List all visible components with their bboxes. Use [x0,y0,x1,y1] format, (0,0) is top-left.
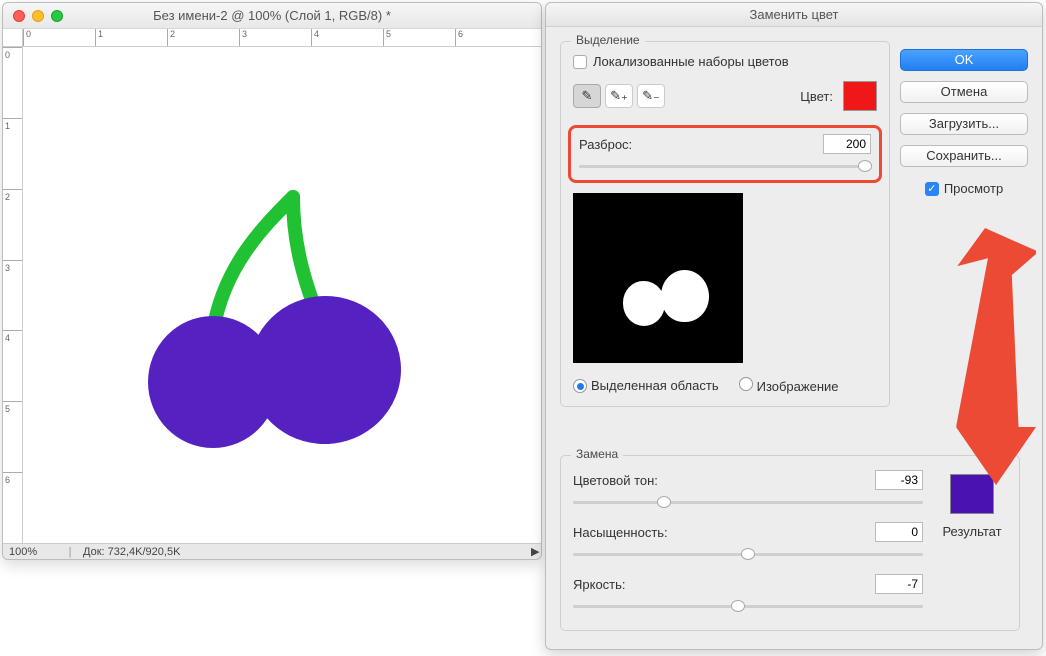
document-titlebar[interactable]: Без имени-2 @ 100% (Слой 1, RGB/8) * [3,3,541,29]
cherry-illustration [143,187,443,487]
ruler-tick: 5 [383,29,455,46]
zoom-readout[interactable]: 100% [3,546,63,558]
fuzziness-slider-thumb[interactable] [858,160,872,172]
ruler-tick: 5 [3,401,22,472]
status-arrow-icon[interactable]: ▶ [531,545,541,558]
ruler-tick: 1 [3,118,22,189]
ruler-tick: 6 [455,29,527,46]
save-button[interactable]: Сохранить... [900,145,1028,167]
load-button[interactable]: Загрузить... [900,113,1028,135]
selection-group-label: Выделение [571,33,645,47]
ok-button[interactable]: OK [900,49,1028,71]
hue-slider-thumb[interactable] [657,496,671,508]
ruler-tick: 3 [3,260,22,331]
result-color-label: Результат [937,524,1007,539]
preview-checkbox[interactable]: ✓ [925,182,939,196]
eyedropper-plus-icon: ✎₊ [610,88,628,104]
fuzziness-area-highlight: Разброс: [568,125,882,183]
selection-blob [623,281,665,326]
view-selection-radio[interactable] [573,379,587,393]
document-title: Без имени-2 @ 100% (Слой 1, RGB/8) * [3,8,541,23]
replacement-group-label: Замена [571,447,623,461]
view-selection-radio-row[interactable]: Выделенная область [573,378,719,394]
status-separator: | [63,546,77,558]
lightness-slider-thumb[interactable] [731,600,745,612]
replace-color-dialog: Заменить цвет OK Отмена Загрузить... Сох… [545,2,1043,650]
ruler-tick: 2 [3,189,22,260]
localized-clusters-label: Локализованные наборы цветов [593,54,789,69]
ruler-origin[interactable] [3,29,23,47]
saturation-input[interactable] [875,522,923,542]
eyedropper-subtract-button[interactable]: ✎₋ [637,84,665,108]
lightness-label: Яркость: [573,577,875,592]
docsize-readout[interactable]: Док: 732,4K/920,5K [77,546,531,558]
lightness-slider[interactable] [573,598,923,614]
eyedropper-icon: ✎ [582,88,593,104]
dialog-title: Заменить цвет [546,3,1042,27]
ruler-vertical[interactable]: 0 1 2 3 4 5 6 [3,47,23,543]
view-image-radio-label: Изображение [757,379,839,394]
view-image-radio-row[interactable]: Изображение [739,377,839,394]
preview-checkbox-label: Просмотр [944,181,1003,196]
ruler-tick: 0 [23,29,95,46]
fuzziness-input[interactable] [823,134,871,154]
dialog-button-column: OK Отмена Загрузить... Сохранить... ✓ Пр… [900,49,1028,196]
sampled-color-swatch[interactable] [843,81,877,111]
selection-blob [661,270,709,322]
saturation-slider-thumb[interactable] [741,548,755,560]
lightness-input[interactable] [875,574,923,594]
fuzziness-label: Разброс: [579,137,823,152]
annotation-arrow-icon [896,227,1036,487]
ruler-tick: 3 [239,29,311,46]
ruler-tick: 6 [3,472,22,543]
ruler-tick: 0 [3,47,22,118]
hue-label: Цветовой тон: [573,473,875,488]
eyedropper-button[interactable]: ✎ [573,84,601,108]
ruler-tick: 4 [3,330,22,401]
ruler-tick: 4 [311,29,383,46]
cancel-button[interactable]: Отмена [900,81,1028,103]
view-selection-radio-label: Выделенная область [591,378,719,393]
eyedropper-add-button[interactable]: ✎₊ [605,84,633,108]
fuzziness-slider[interactable] [579,158,871,174]
document-window: Без имени-2 @ 100% (Слой 1, RGB/8) * 0 1… [2,2,542,560]
sampled-color-label: Цвет: [800,89,833,104]
ruler-tick: 2 [167,29,239,46]
result-color-swatch[interactable] [950,474,994,514]
canvas[interactable] [23,47,541,543]
view-image-radio[interactable] [739,377,753,391]
localized-clusters-checkbox[interactable] [573,55,587,69]
eyedropper-minus-icon: ✎₋ [642,88,660,104]
statusbar: 100% | Док: 732,4K/920,5K ▶ [3,543,541,559]
replacement-group-highlight: Замена Цветовой тон: Насыщенность: Яркос… [560,455,1020,631]
selection-group: Выделение Локализованные наборы цветов ✎… [560,41,890,407]
saturation-label: Насыщенность: [573,525,875,540]
ruler-horizontal[interactable]: 0 1 2 3 4 5 6 [23,29,541,47]
ruler-tick: 1 [95,29,167,46]
hue-slider[interactable] [573,494,923,510]
saturation-slider[interactable] [573,546,923,562]
hue-input[interactable] [875,470,923,490]
selection-preview[interactable] [573,193,743,363]
